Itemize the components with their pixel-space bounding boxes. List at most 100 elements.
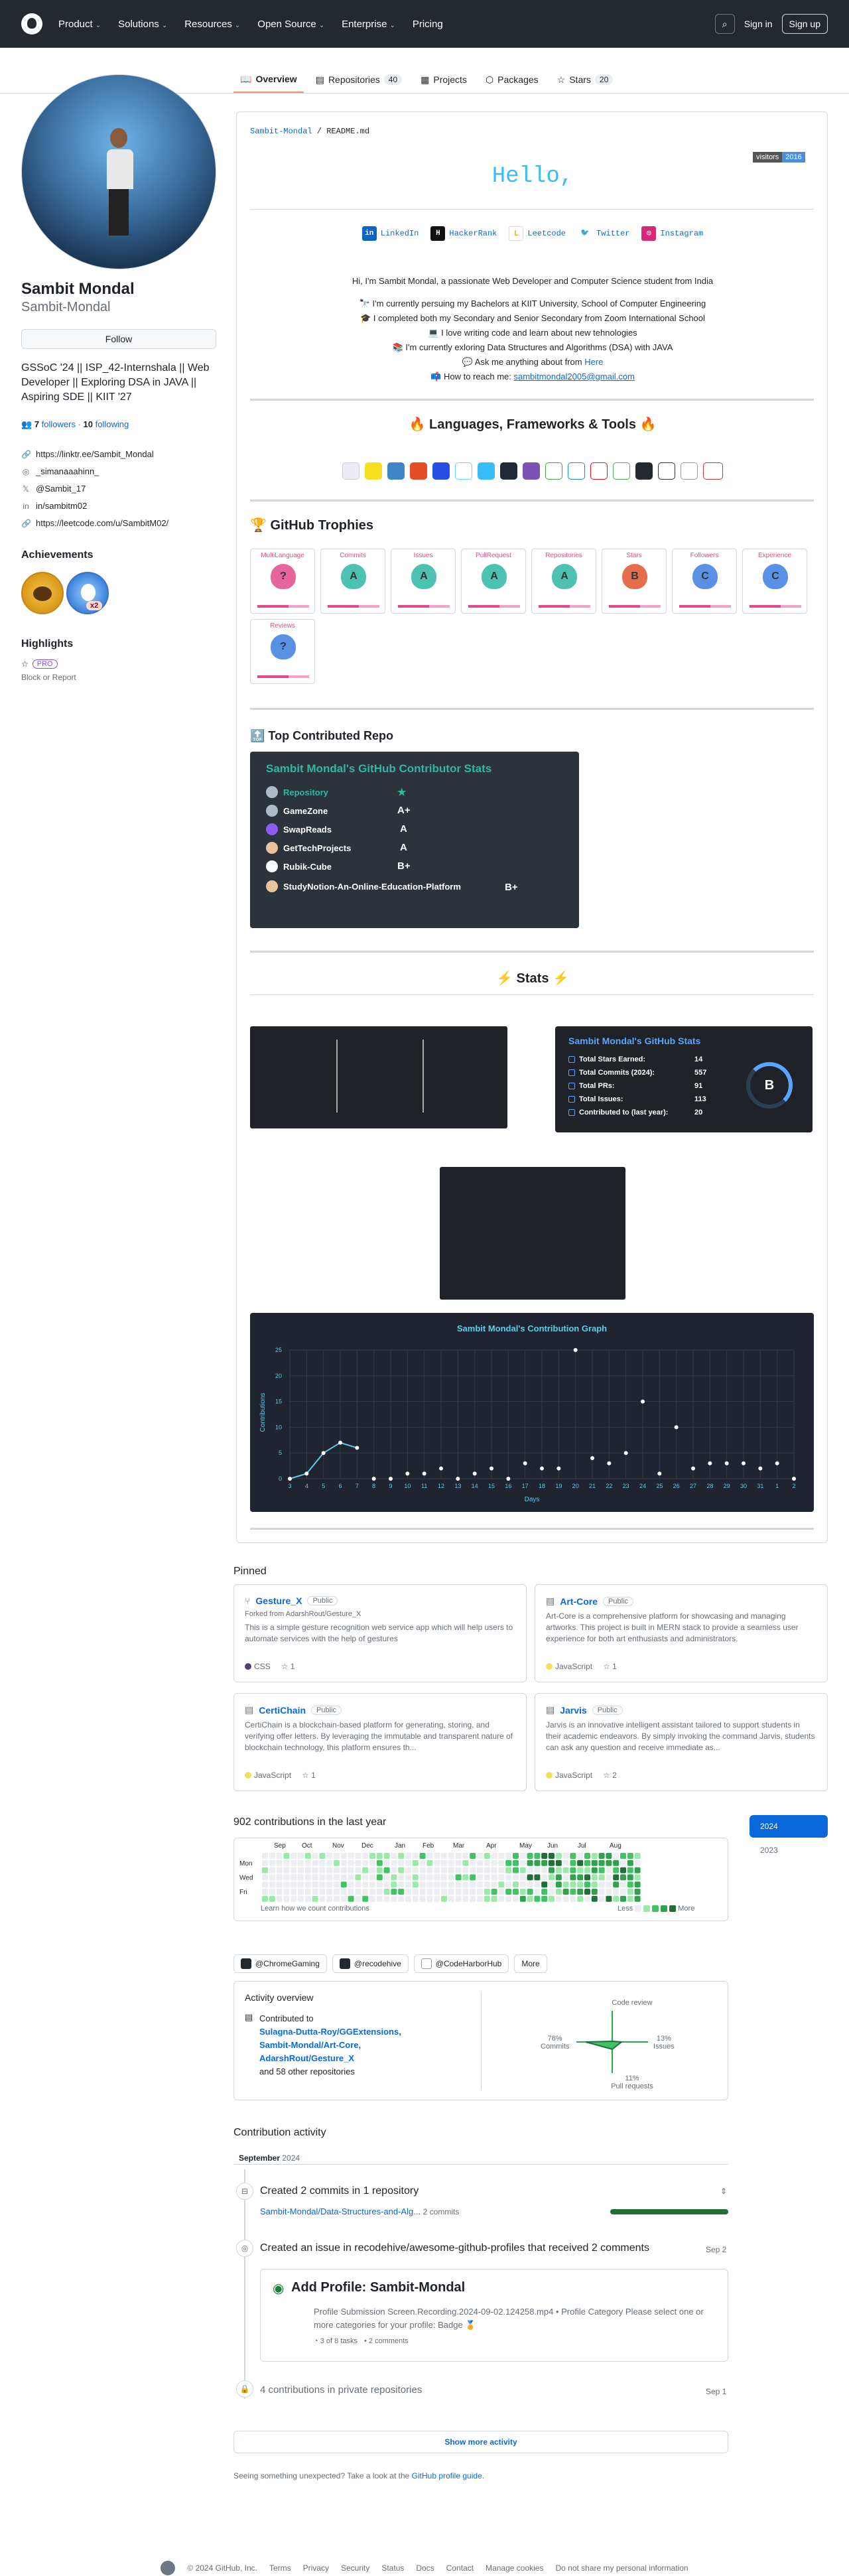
calendar-day[interactable] (484, 1874, 490, 1881)
calendar-day[interactable] (269, 1853, 275, 1859)
calendar-day[interactable] (262, 1874, 268, 1881)
calendar-day[interactable] (362, 1853, 369, 1859)
calendar-day[interactable] (555, 1889, 562, 1895)
calendar-day[interactable] (534, 1874, 541, 1881)
calendar-day[interactable] (298, 1895, 304, 1902)
calendar-day[interactable] (584, 1895, 590, 1902)
org-chromegaming[interactable]: @ChromeGaming (233, 1954, 327, 1973)
footer-docs-link[interactable]: Docs (416, 2563, 434, 2573)
calendar-day[interactable] (369, 1853, 375, 1859)
calendar-day[interactable] (513, 1853, 519, 1859)
calendar-day[interactable] (319, 1889, 326, 1895)
calendar-day[interactable] (613, 1881, 620, 1888)
repo-name-link[interactable]: Jarvis (560, 1705, 586, 1716)
calendar-day[interactable] (470, 1895, 476, 1902)
calendar-day[interactable] (598, 1853, 605, 1859)
calendar-day[interactable] (498, 1895, 505, 1902)
stars-link[interactable]: ☆ 2 (603, 1771, 617, 1780)
calendar-day[interactable] (326, 1895, 333, 1902)
calendar-day[interactable] (340, 1860, 347, 1866)
calendar-day[interactable] (477, 1881, 483, 1888)
learn-link[interactable]: Learn how we count contributions (261, 1905, 369, 1913)
calendar-day[interactable] (498, 1867, 505, 1873)
calendar-day[interactable] (376, 1867, 383, 1873)
nav-solutions[interactable]: Solutions ⌄ (118, 19, 167, 30)
calendar-day[interactable] (627, 1853, 633, 1859)
calendar-day[interactable] (470, 1853, 476, 1859)
calendar-day[interactable] (484, 1867, 490, 1873)
calendar-day[interactable] (348, 1860, 354, 1866)
calendar-day[interactable] (348, 1853, 354, 1859)
calendar-day[interactable] (505, 1853, 512, 1859)
calendar-day[interactable] (519, 1860, 526, 1866)
calendar-day[interactable] (283, 1881, 290, 1888)
nav-product[interactable]: Product ⌄ (58, 19, 101, 30)
issue-title-link[interactable]: Add Profile: Sambit-Mondal (291, 2280, 465, 2295)
calendar-day[interactable] (304, 1889, 311, 1895)
calendar-day[interactable] (549, 1874, 555, 1881)
calendar-day[interactable] (262, 1889, 268, 1895)
calendar-day[interactable] (634, 1853, 641, 1859)
calendar-day[interactable] (348, 1895, 354, 1902)
calendar-day[interactable] (398, 1881, 405, 1888)
calendar-day[interactable] (562, 1874, 569, 1881)
calendar-day[interactable] (549, 1853, 555, 1859)
calendar-day[interactable] (340, 1867, 347, 1873)
calendar-day[interactable] (291, 1860, 297, 1866)
calendar-day[interactable] (412, 1889, 419, 1895)
calendar-day[interactable] (620, 1867, 626, 1873)
calendar-day[interactable] (298, 1853, 304, 1859)
calendar-day[interactable] (534, 1881, 541, 1888)
calendar-day[interactable] (312, 1881, 318, 1888)
calendar-day[interactable] (570, 1874, 576, 1881)
calendar-day[interactable] (262, 1895, 268, 1902)
calendar-day[interactable] (362, 1881, 369, 1888)
calendar-day[interactable] (627, 1874, 633, 1881)
calendar-day[interactable] (534, 1853, 541, 1859)
calendar-day[interactable] (419, 1881, 426, 1888)
calendar-day[interactable] (477, 1874, 483, 1881)
tab-packages[interactable]: ⬡ Packages (479, 66, 545, 93)
calendar-day[interactable] (434, 1874, 440, 1881)
calendar-day[interactable] (448, 1860, 454, 1866)
sign-up-button[interactable]: Sign up (781, 14, 828, 34)
calendar-day[interactable] (627, 1881, 633, 1888)
calendar-day[interactable] (498, 1874, 505, 1881)
calendar-day[interactable] (606, 1874, 612, 1881)
avatar[interactable] (21, 74, 216, 269)
calendar-day[interactable] (541, 1867, 548, 1873)
calendar-day[interactable] (304, 1874, 311, 1881)
calendar-day[interactable] (319, 1853, 326, 1859)
calendar-day[interactable] (376, 1874, 383, 1881)
calendar-day[interactable] (319, 1895, 326, 1902)
calendar-day[interactable] (304, 1853, 311, 1859)
calendar-day[interactable] (527, 1889, 533, 1895)
calendar-day[interactable] (391, 1881, 397, 1888)
nav-resources[interactable]: Resources ⌄ (184, 19, 240, 30)
calendar-day[interactable] (334, 1867, 340, 1873)
calendar-day[interactable] (434, 1860, 440, 1866)
calendar-day[interactable] (584, 1889, 590, 1895)
calendar-day[interactable] (291, 1889, 297, 1895)
calendar-day[interactable] (448, 1895, 454, 1902)
calendar-day[interactable] (405, 1853, 411, 1859)
commit-repo-link[interactable]: Sambit-Mondal/Data-Structures-and-Alg... (260, 2206, 421, 2216)
calendar-day[interactable] (312, 1867, 318, 1873)
calendar-day[interactable] (620, 1874, 626, 1881)
calendar-day[interactable] (319, 1860, 326, 1866)
calendar-day[interactable] (326, 1881, 333, 1888)
calendar-day[interactable] (513, 1874, 519, 1881)
footer-privacy-choices-link[interactable]: Do not share my personal information (555, 2563, 688, 2573)
calendar-day[interactable] (527, 1853, 533, 1859)
calendar-day[interactable] (562, 1895, 569, 1902)
stars-link[interactable]: ☆ 1 (281, 1662, 295, 1671)
calendar-day[interactable] (319, 1867, 326, 1873)
calendar-day[interactable] (577, 1860, 584, 1866)
calendar-day[interactable] (591, 1860, 598, 1866)
profile-guide-link[interactable]: GitHub profile guide (412, 2471, 482, 2480)
calendar-day[interactable] (376, 1895, 383, 1902)
calendar-day[interactable] (470, 1881, 476, 1888)
calendar-day[interactable] (441, 1881, 447, 1888)
calendar-day[interactable] (362, 1895, 369, 1902)
calendar-day[interactable] (484, 1860, 490, 1866)
